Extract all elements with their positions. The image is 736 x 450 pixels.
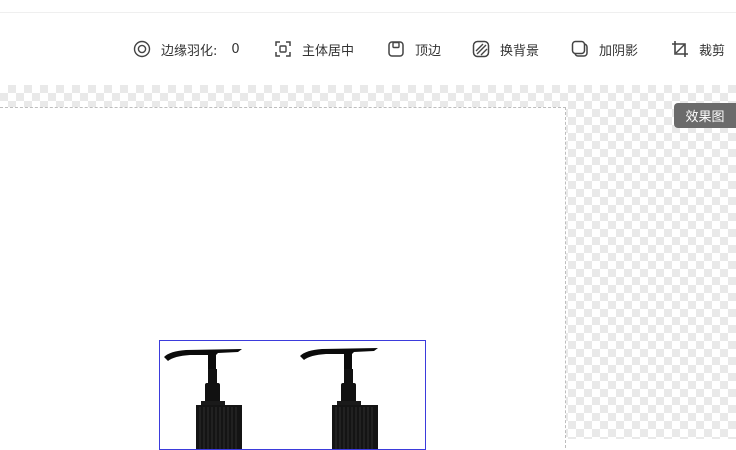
top-edge-icon xyxy=(387,40,405,58)
hatched-circle-icon xyxy=(472,40,490,58)
center-subject-label: 主体居中 xyxy=(302,43,355,59)
add-shadow-label: 加阴影 xyxy=(599,43,639,59)
crop-icon xyxy=(671,40,689,58)
top-strip xyxy=(0,0,736,13)
edit-toolbar: 边缘羽化: 0 主体居中 顶边 换背景 加阴影 裁剪 xyxy=(0,13,736,85)
focus-frame-icon xyxy=(274,40,292,58)
edge-feather-control[interactable]: 边缘羽化: 0 xyxy=(133,37,240,61)
center-subject-button[interactable]: 主体居中 xyxy=(274,37,354,61)
top-edge-button[interactable]: 顶边 xyxy=(387,37,441,61)
edge-feather-value[interactable]: 0 xyxy=(231,42,239,57)
add-shadow-button[interactable]: 加阴影 xyxy=(571,37,638,61)
change-background-label: 换背景 xyxy=(500,43,540,59)
crop-label: 裁剪 xyxy=(699,43,726,59)
shadow-square-icon xyxy=(571,40,589,58)
top-edge-label: 顶边 xyxy=(415,43,442,59)
change-background-button[interactable]: 换背景 xyxy=(472,37,539,61)
target-circle-icon xyxy=(133,40,151,58)
product-selection-box[interactable] xyxy=(159,340,426,450)
pump-bottles-image xyxy=(164,348,378,449)
crop-button[interactable]: 裁剪 xyxy=(671,37,725,61)
edge-feather-label: 边缘羽化: xyxy=(161,43,218,59)
effect-preview-badge[interactable]: 效果图 xyxy=(674,103,736,128)
